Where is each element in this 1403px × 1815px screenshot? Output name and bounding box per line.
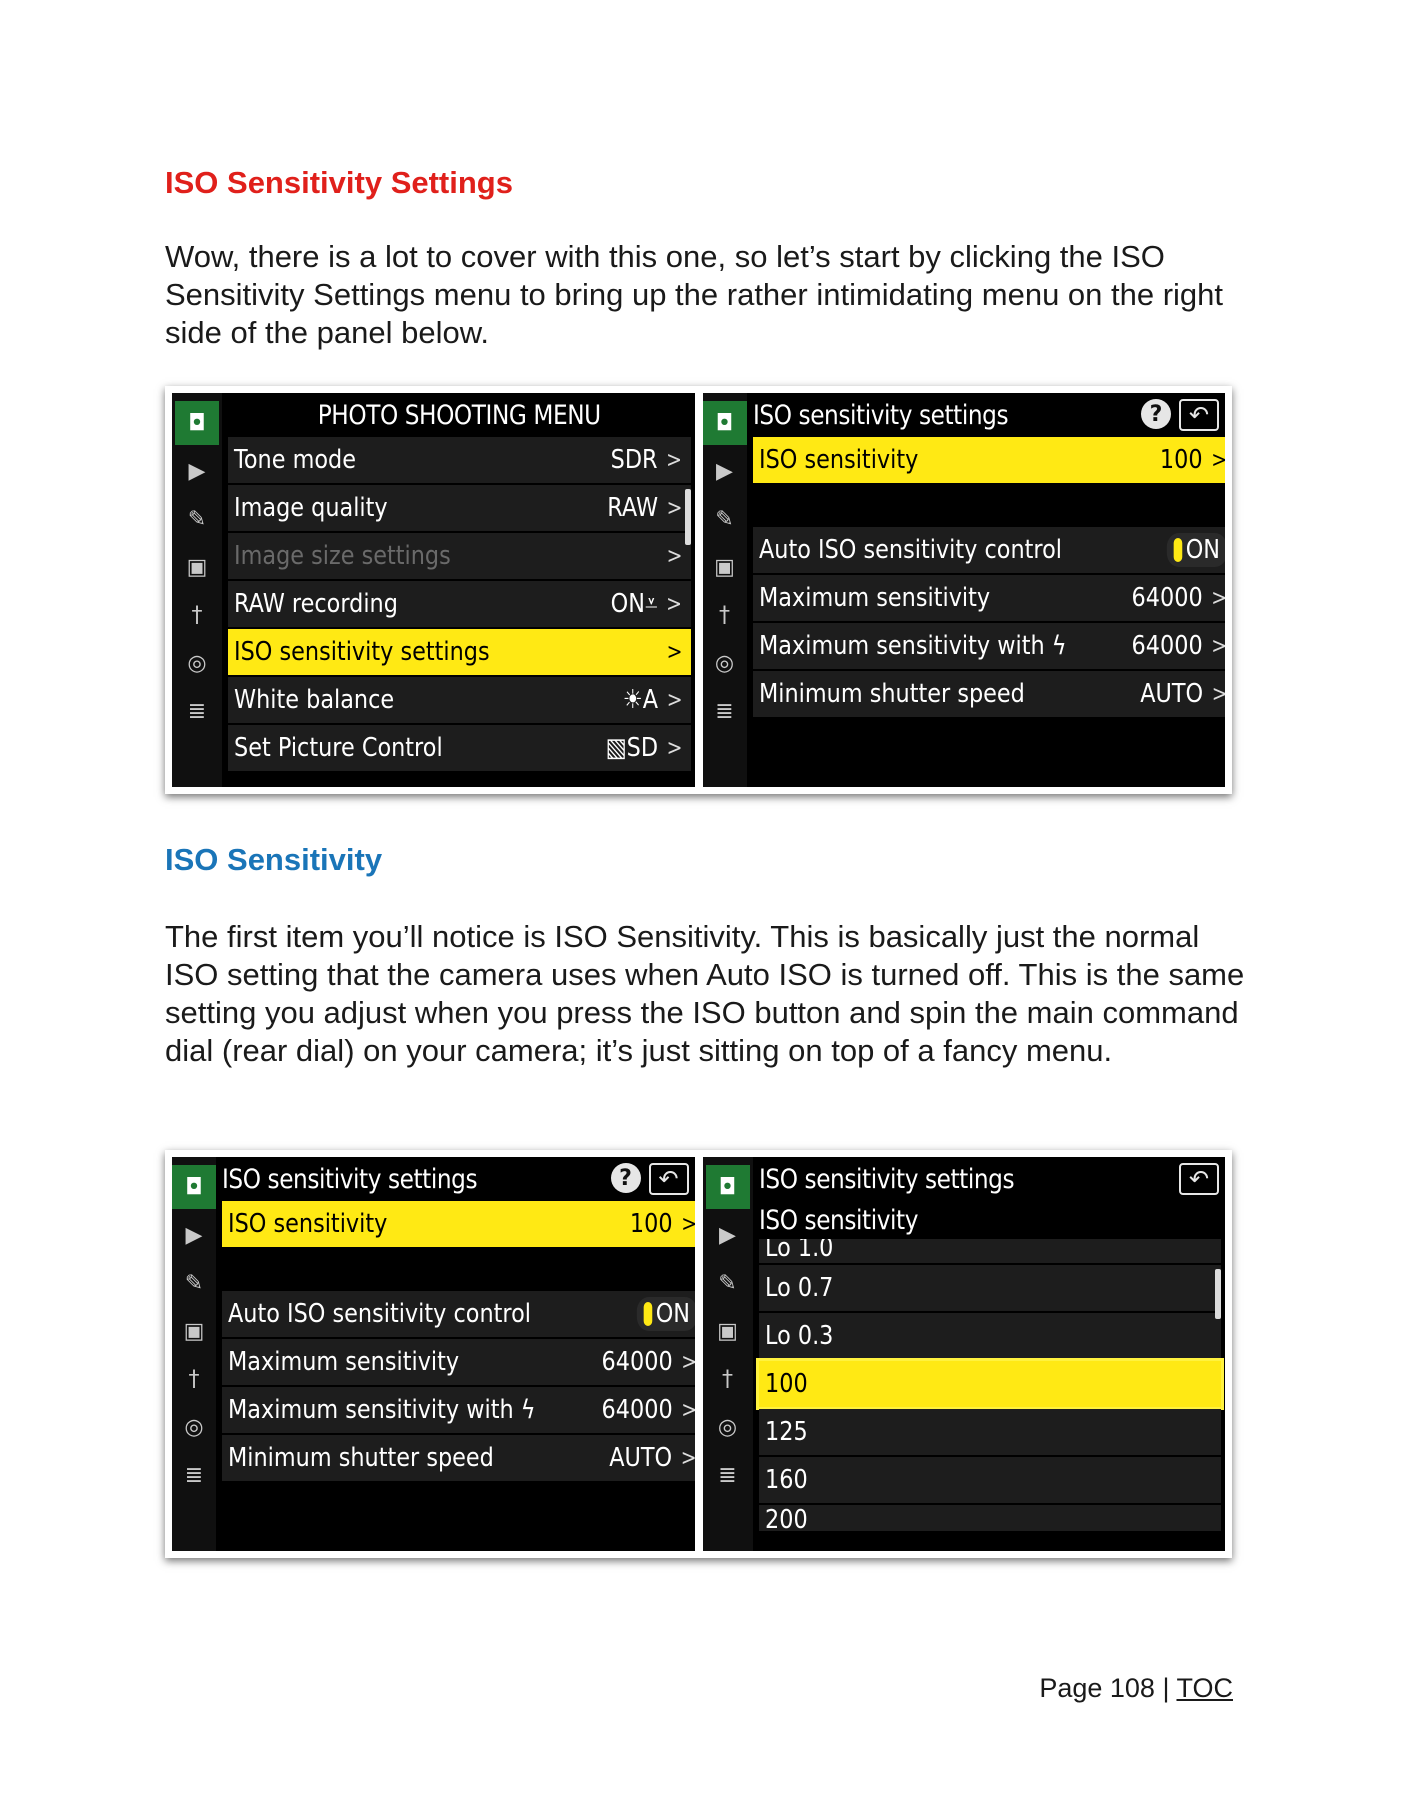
menu-row-max-sensitivity: Maximum sensitivity64000> (222, 1339, 695, 1385)
menu-row-min-shutter: Minimum shutter speedAUTO> (222, 1435, 695, 1481)
figure-menu-screens-2: ◘ ▶ ✎ ▣ † ◎ ≣ ISO sensitivity settings I… (165, 1150, 1232, 1558)
menu-row-auto-iso: Auto ISO sensitivity control ON (752, 527, 1225, 573)
mymenu-icon: ≣ (715, 698, 734, 724)
iso-list-item: 125 (758, 1409, 1221, 1455)
iso-list-item: 200 (758, 1505, 1221, 1531)
playback-icon: ▣ (714, 554, 735, 580)
wrench-icon: † (719, 602, 730, 628)
menu-row-white-balance: White balance ☀A > (228, 677, 691, 723)
toggle-switch: ON (636, 1297, 695, 1331)
section-heading-iso-settings: ISO Sensitivity Settings (165, 165, 513, 200)
menu-row-min-shutter: Minimum shutter speedAUTO> (752, 671, 1225, 717)
iso-list-screen: ◘ ▶ ✎ ▣ † ◎ ≣ ISO sensitivity settings I… (702, 1157, 1225, 1551)
toggle-switch: ON (1167, 533, 1225, 567)
menu-row-auto-iso: Auto ISO sensitivity control ON (222, 1291, 695, 1337)
movie-icon: ▶ (185, 1222, 203, 1248)
menu-title: PHOTO SHOOTING MENU (317, 399, 601, 431)
wrench-icon: † (722, 1366, 733, 1392)
network-icon: ◎ (714, 650, 735, 676)
iso-list-item: 160 (758, 1457, 1221, 1503)
iso-settings-screen-2: ◘ ▶ ✎ ▣ † ◎ ≣ ISO sensitivity settings I… (172, 1157, 695, 1551)
help-icon: ? (1141, 399, 1171, 429)
menu-row-raw-recording: RAW recording ON⩡ > (228, 581, 691, 627)
menu-row-image-quality: Image quality RAW > (228, 485, 691, 531)
movie-icon: ▶ (719, 1222, 736, 1248)
title-icons: ? ↶ (1141, 399, 1219, 431)
menu-rail: ◘ ▶ ✎ ▣ † ◎ ≣ (702, 1157, 753, 1551)
menu-row-picture-control: Set Picture Control ▧SD > (228, 725, 691, 771)
scrollbar (1215, 1269, 1221, 1319)
section-heading-iso-sensitivity: ISO Sensitivity (165, 842, 383, 877)
menu-row-max-sensitivity-flash: Maximum sensitivity with ϟ64000> (222, 1387, 695, 1433)
menu-row-max-sensitivity-flash: Maximum sensitivity with ϟ64000> (752, 623, 1225, 669)
camera-icon: ◘ (702, 401, 747, 445)
menu-row-image-size: Image size settings > (228, 533, 691, 579)
pencil-icon: ✎ (718, 1270, 737, 1296)
iso-list-item: Lo 0.7 (758, 1265, 1221, 1311)
playback-icon: ▣ (186, 554, 208, 580)
back-icon: ↶ (1179, 399, 1219, 431)
camera-icon: ◘ (705, 1165, 750, 1209)
scrollbar (684, 489, 691, 545)
title-icons: ? ↶ (610, 1163, 689, 1195)
wrench-icon: † (191, 602, 203, 628)
menu-rail: ◘ ▶ ✎ ▣ † ◎ ≣ (172, 393, 222, 787)
network-icon: ◎ (187, 650, 207, 676)
menu-row-max-sensitivity: Maximum sensitivity64000> (752, 575, 1225, 621)
menu-row-iso-sensitivity: ISO sensitivity100> (222, 1201, 695, 1247)
movie-icon: ▶ (188, 458, 206, 484)
toc-link[interactable]: TOC (1176, 1673, 1233, 1703)
page-footer: Page 108 | TOC (1039, 1673, 1233, 1704)
menu-row-iso-sensitivity: ISO sensitivity100> (752, 437, 1225, 483)
iso-settings-screen: ◘ ▶ ✎ ▣ † ◎ ≣ ISO sensitivity settings I… (702, 393, 1226, 787)
mymenu-icon: ≣ (718, 1462, 737, 1488)
menu-row-tone-mode: Tone mode SDR > (228, 437, 691, 483)
menu-rail: ◘ ▶ ✎ ▣ † ◎ ≣ (172, 1157, 216, 1551)
mymenu-icon: ≣ (187, 698, 207, 724)
network-icon: ◎ (717, 1414, 738, 1440)
intro-paragraph: Wow, there is a lot to cover with this o… (165, 239, 1224, 350)
camera-icon: ◘ (175, 401, 219, 445)
menu-row-iso-settings: ISO sensitivity settings > (228, 629, 691, 675)
figure-menu-screens-1: ◘ ▶ ✎ ▣ † ◎ ≣ PHOTO SHOOTING MENU Tone m… (165, 386, 1232, 794)
iso-list-item: Lo 1.0 (758, 1239, 1221, 1263)
network-icon: ◎ (184, 1414, 204, 1440)
pencil-icon: ✎ (187, 506, 207, 532)
back-icon: ↶ (1179, 1163, 1219, 1195)
playback-icon: ▣ (717, 1318, 738, 1344)
help-icon: ? (610, 1163, 641, 1193)
pencil-icon: ✎ (184, 1270, 204, 1296)
camera-icon: ◘ (172, 1165, 216, 1209)
pencil-icon: ✎ (715, 506, 734, 532)
movie-icon: ▶ (716, 458, 733, 484)
menu-rail: ◘ ▶ ✎ ▣ † ◎ ≣ (702, 393, 747, 787)
mymenu-icon: ≣ (184, 1462, 204, 1488)
back-icon: ↶ (648, 1163, 689, 1195)
iso-list-item-selected: 100 (755, 1358, 1224, 1410)
wrench-icon: † (188, 1366, 200, 1392)
playback-icon: ▣ (183, 1318, 205, 1344)
menu-subtitle: ISO sensitivity (758, 1204, 918, 1236)
page-number: Page 108 | (1039, 1673, 1177, 1703)
iso-paragraph: The first item you’ll notice is ISO Sens… (165, 919, 1245, 1068)
iso-list-item: Lo 0.3 (758, 1313, 1221, 1359)
menu-title: ISO sensitivity settings (758, 1163, 1015, 1195)
title-icons: ↶ (1179, 1163, 1219, 1195)
photo-shooting-menu-screen: ◘ ▶ ✎ ▣ † ◎ ≣ PHOTO SHOOTING MENU Tone m… (172, 393, 695, 787)
